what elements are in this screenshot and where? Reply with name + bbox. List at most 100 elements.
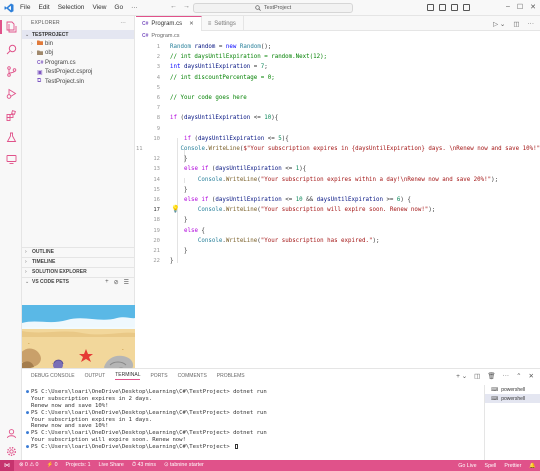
settings-gear-icon[interactable] [4,444,18,458]
remove-pet-button[interactable]: ⊘ [114,279,119,286]
tab-comments[interactable]: COMMENTS [178,373,207,379]
command-center-search[interactable]: TestProject [193,3,353,13]
code-line[interactable]: 5 [136,83,540,93]
menu-more[interactable]: ··· [131,4,138,11]
outline-section[interactable]: › OUTLINE [22,247,135,257]
prettier-status[interactable]: Prettier [504,463,521,469]
code-line[interactable]: 17 Console.WriteLine("Your subscription … [136,205,540,215]
maximize-panel-icon[interactable]: ⌃ [516,372,521,380]
code-line[interactable]: 20 Console.WriteLine("Your subscription … [136,236,540,246]
split-editor-icon[interactable]: ◫ [513,20,519,28]
spell-status[interactable]: Spell [485,463,497,469]
code-line[interactable]: 21 } [136,246,540,256]
code-line[interactable]: 22} [136,256,540,266]
code-line[interactable]: 12 } [136,154,540,164]
terminal-item[interactable]: ⌨ powershell [485,385,540,394]
pets-section[interactable]: ⌄ VS CODE PETS + ⊘ ☰ [22,277,135,287]
terminal-item[interactable]: ⌨ powershell [485,394,540,403]
back-arrow-icon[interactable]: ← [170,3,177,10]
code-line[interactable]: 3 int daysUntilExpiration = 7; [136,62,540,72]
tab-output[interactable]: OUTPUT [85,373,106,379]
chevron-right-icon: › [25,259,27,266]
menu-go[interactable]: Go [114,4,123,11]
tree-item-sln[interactable]: ⧉ TestProject.sln [22,77,134,87]
time-tracker-status[interactable]: ⏱ 43 mins [132,462,156,469]
code-line[interactable]: 1 Random random = new Random(); [136,42,540,52]
menu-view[interactable]: View [92,4,106,11]
code-line[interactable]: 15 } [136,185,540,195]
new-terminal-icon[interactable]: + ⌄ [456,372,467,380]
tree-item-bin[interactable]: › bin [22,39,134,49]
terminal-line: ● PS C:\Users\loari\OneDrive\Desktop\Lear… [26,430,486,437]
tab-debug-console[interactable]: DEBUG CONSOLE [31,373,75,379]
panel-more-icon[interactable]: ··· [503,372,510,380]
code-line[interactable]: 19 else { [136,226,540,236]
notifications-bell-icon[interactable]: 🔔 [529,463,536,469]
run-icon[interactable]: ▷ ⌄ [493,20,505,28]
forward-arrow-icon[interactable]: → [183,3,190,10]
pets-menu-button[interactable]: ☰ [124,279,129,286]
lightbulb-icon[interactable]: 💡 [171,205,180,215]
extensions-icon[interactable] [4,108,18,122]
code-line[interactable]: 7 [136,103,540,113]
maximize-button[interactable]: ☐ [517,3,523,11]
run-debug-icon[interactable] [4,86,18,100]
search-icon[interactable] [4,42,18,56]
problems-count[interactable]: ⊗ 0 ⚠ 0 [19,462,39,469]
testing-icon[interactable] [4,130,18,144]
account-icon[interactable] [4,426,18,440]
close-button[interactable]: ✕ [530,3,536,11]
code-line[interactable]: 2 // int daysUntilExpiration = random.Nex… [136,52,540,62]
tab-terminal[interactable]: TERMINAL [115,372,141,380]
kill-terminal-icon[interactable]: 🗑 [487,372,495,380]
explorer-more-button[interactable]: ··· [120,20,126,26]
code-text: Random random = new Random(); [170,44,271,50]
menu-edit[interactable]: Edit [38,4,49,11]
code-line[interactable]: 14 Console.WriteLine("Your subscription … [136,175,540,185]
tab-ports[interactable]: PORTS [150,373,167,379]
code-editor[interactable]: 1 Random random = new Random(); 2// int da… [136,42,540,367]
toggle-panel-icon[interactable] [439,4,446,11]
code-text: } [170,187,188,193]
projects-status[interactable]: Projects: 1 [66,462,91,469]
code-line[interactable]: 16 else if (daysUntilExpiration <= 10 &&… [136,195,540,205]
code-line[interactable]: 4 // int discountPercentage = 0; [136,73,540,83]
tab-program-cs[interactable]: C# Program.cs ✕ [136,16,202,31]
code-line[interactable]: 8 if (daysUntilExpiration <= 10){ [136,113,540,123]
code-line[interactable]: 9 [136,124,540,134]
tabnine-status[interactable]: ⊙ tabnine starter [164,462,204,469]
close-panel-icon[interactable]: ✕ [529,372,534,380]
solution-explorer-section[interactable]: › SOLUTION EXPLORER [22,267,135,277]
code-line[interactable]: 10 if (daysUntilExpiration <= 5){ [136,134,540,144]
timeline-section[interactable]: › TIMELINE [22,257,135,267]
menu-selection[interactable]: Selection [58,4,85,11]
menu-file[interactable]: File [20,4,30,11]
go-live-button[interactable]: Go Live [458,463,476,469]
terminal-output[interactable]: ● PS C:\Users\loari\OneDrive\Desktop\Lear… [26,389,486,450]
project-folder-header[interactable]: ⌄ TESTPROJECT [22,30,134,39]
toggle-secondary-sidebar-icon[interactable] [451,4,458,11]
ports-count[interactable]: ⚡ 0 [47,462,58,469]
minimize-button[interactable]: – [506,3,510,11]
close-tab-icon[interactable]: ✕ [189,21,194,27]
remote-indicator-icon[interactable]: ⋈ [0,460,14,471]
add-pet-button[interactable]: + [105,279,109,286]
remote-explorer-icon[interactable] [4,152,18,166]
tree-item-csproj[interactable]: ▣ TestProject.csproj [22,68,134,78]
toggle-sidebar-icon[interactable] [427,4,434,11]
customize-layout-icon[interactable] [463,4,470,11]
source-control-icon[interactable] [4,64,18,78]
tab-problems[interactable]: PROBLEMS [217,373,245,379]
split-terminal-icon[interactable]: ◫ [474,372,480,380]
code-line[interactable]: 18 } [136,215,540,225]
code-line[interactable]: 11 Console.WriteLine($"Your subscription… [136,144,540,154]
tree-item-program-cs[interactable]: C# Program.cs [22,58,134,68]
tab-settings[interactable]: ≡ Settings [202,16,244,31]
explorer-icon[interactable] [4,20,18,34]
breadcrumb-file[interactable]: Program.cs [151,33,179,39]
live-share-status[interactable]: Live Share [99,462,124,469]
tree-item-obj[interactable]: › obj [22,49,134,59]
code-line[interactable]: 13 else if (daysUntilExpiration <= 1){ [136,164,540,174]
code-line[interactable]: 6 // Your code goes here [136,93,540,103]
more-actions-icon[interactable]: ··· [528,20,535,28]
